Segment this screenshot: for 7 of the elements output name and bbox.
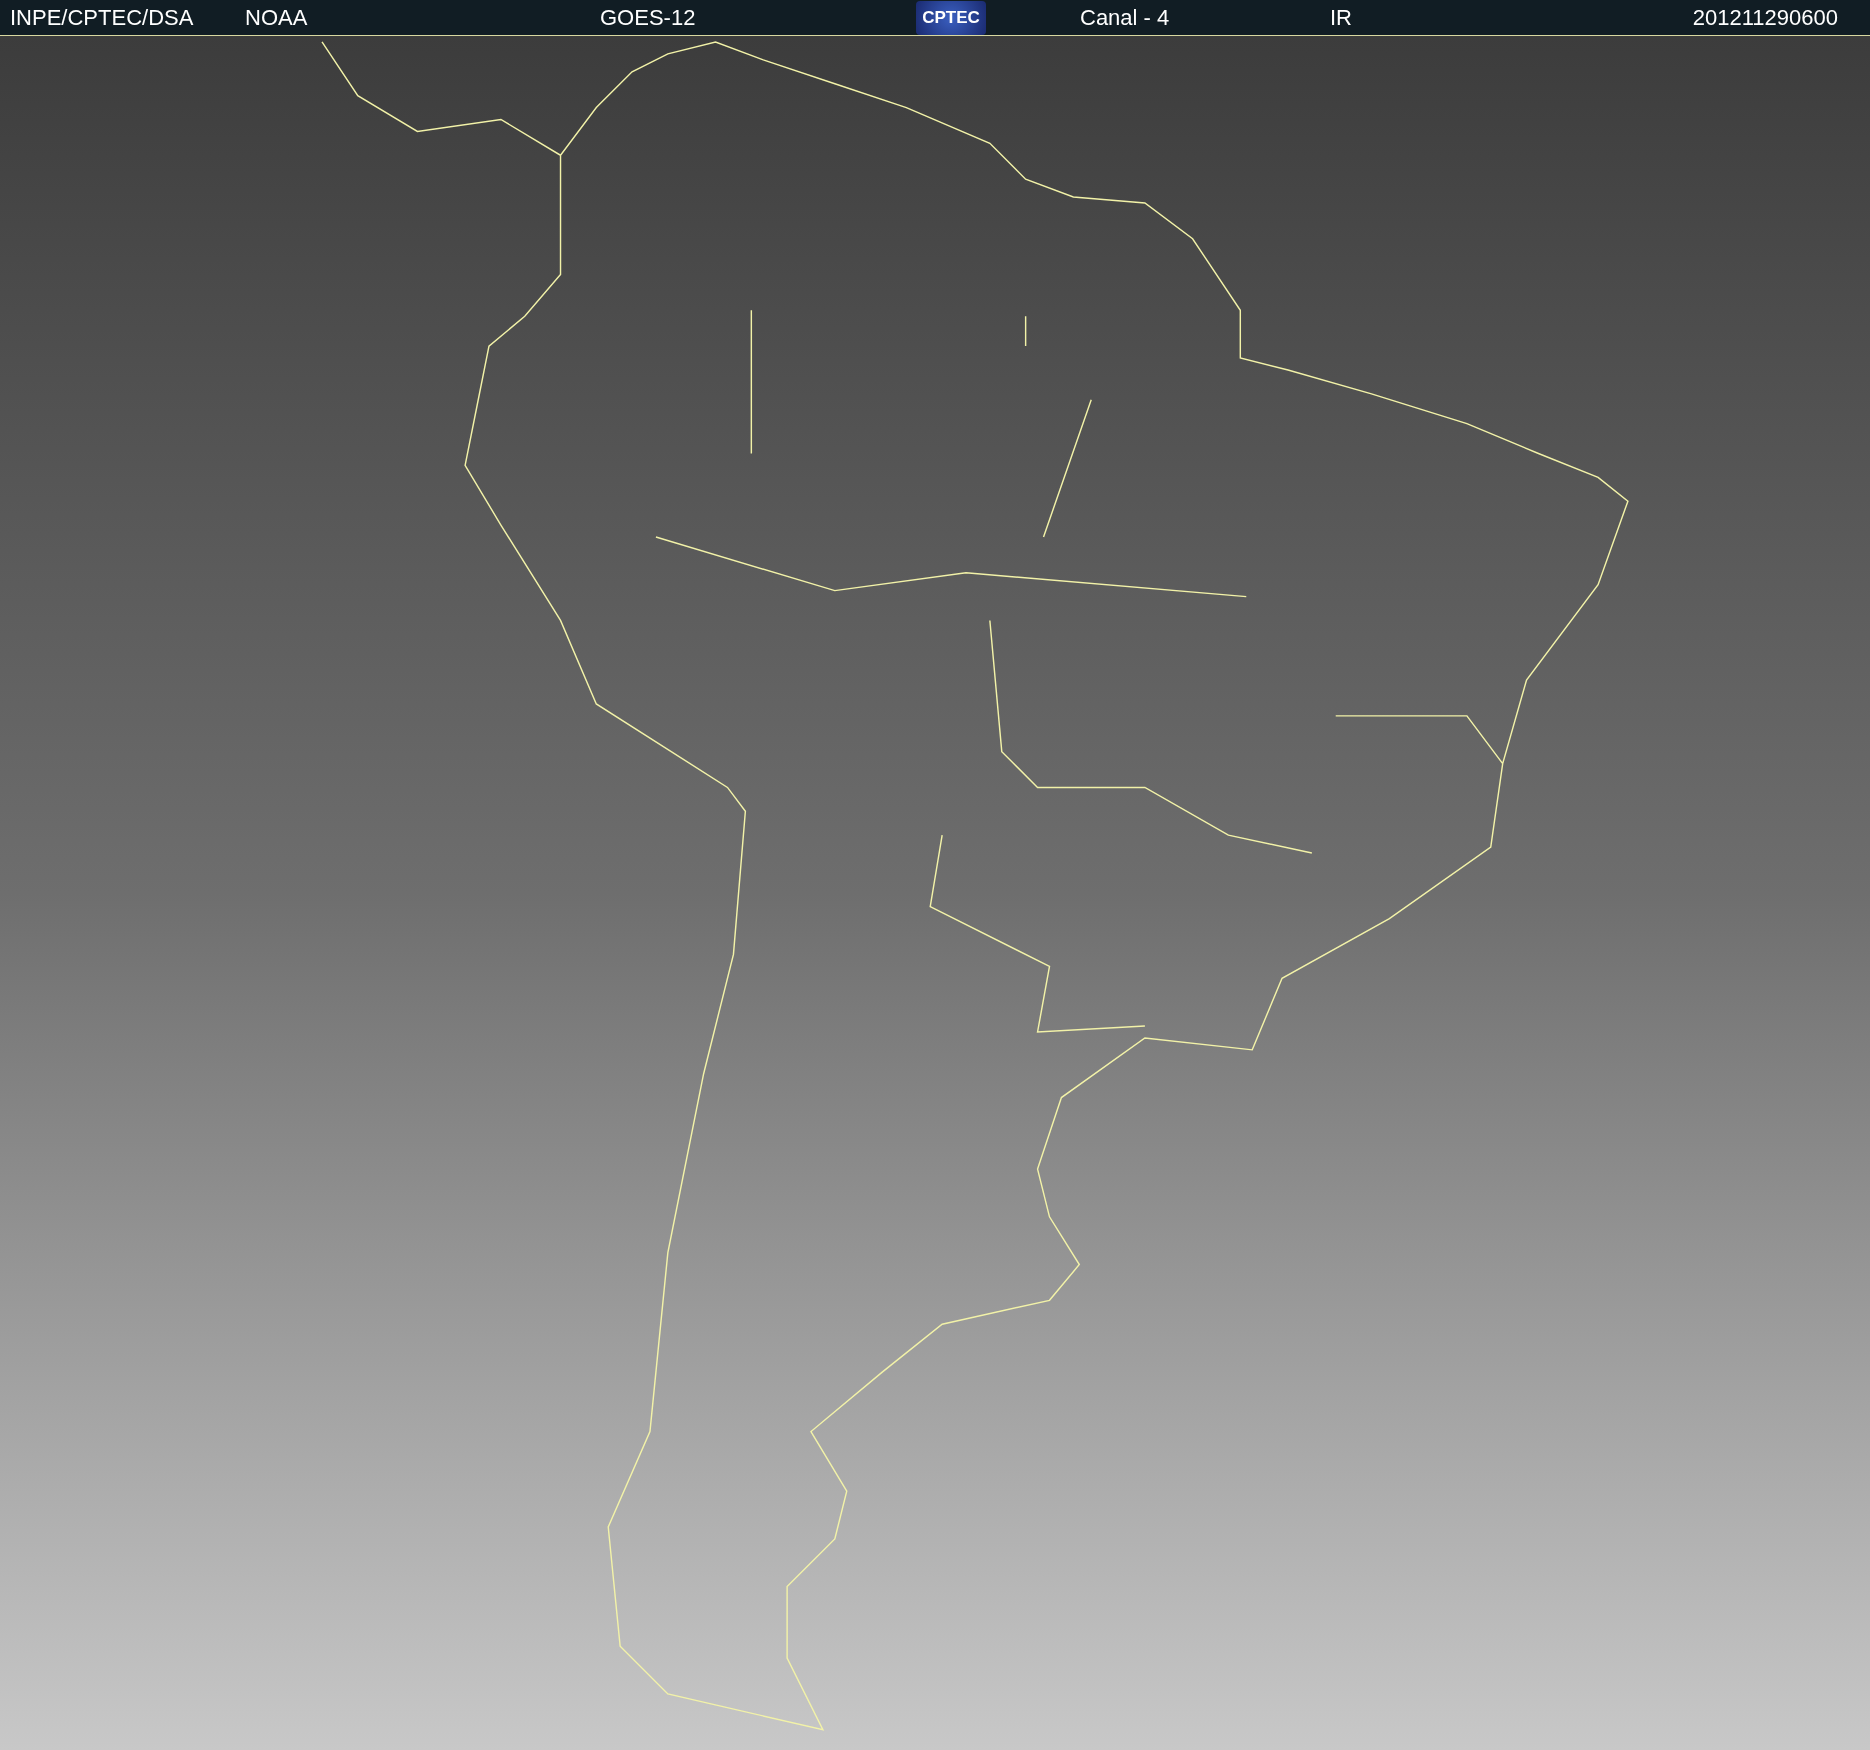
header-label: Canal - 4 <box>1080 4 1170 30</box>
header-label: INPE/CPTEC/DSA <box>10 4 194 30</box>
header-label: 201211290600 <box>1692 4 1838 30</box>
header-label: IR <box>1330 4 1352 30</box>
header-label: NOAA <box>245 4 308 30</box>
header-label: GOES-12 <box>600 4 696 30</box>
logo: CPTEC <box>916 0 986 35</box>
